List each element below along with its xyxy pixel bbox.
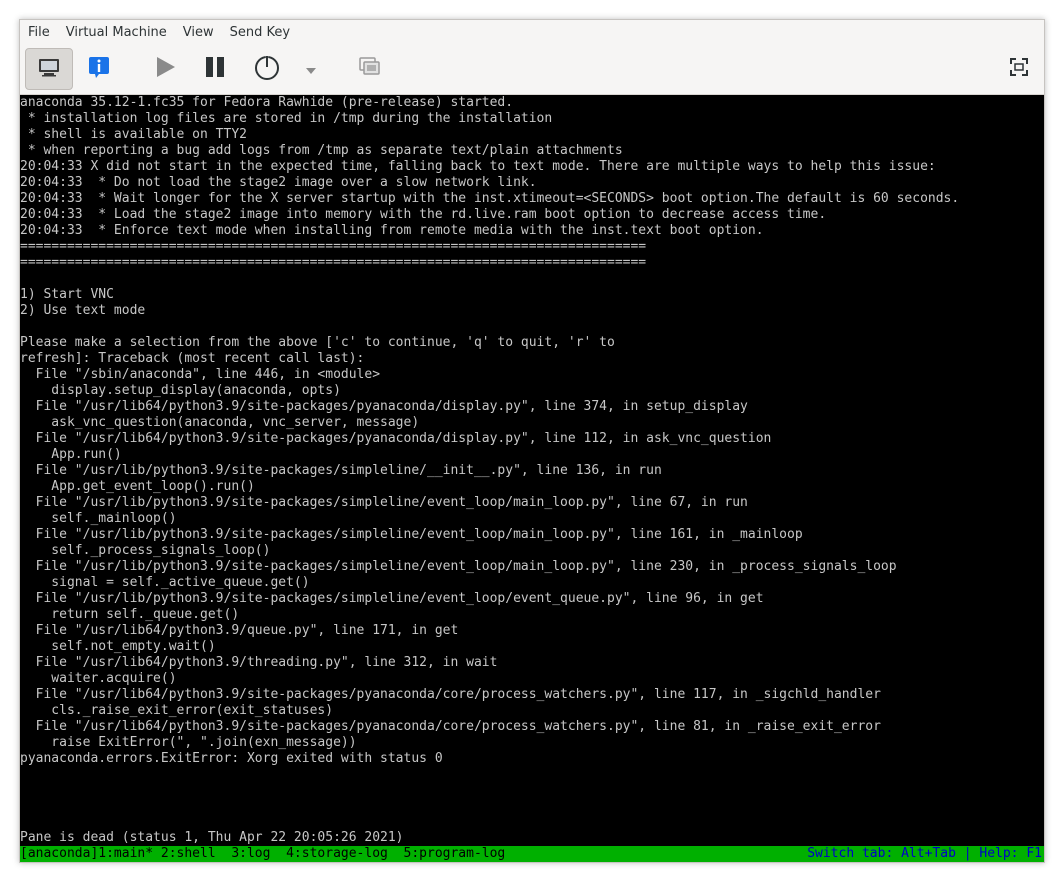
snapshots-icon bbox=[358, 55, 382, 83]
chevron-down-icon bbox=[305, 60, 317, 79]
terminal-line: display.setup_display(anaconda, opts) bbox=[20, 383, 341, 398]
menubar: File Virtual Machine View Send Key bbox=[20, 20, 1044, 45]
toolbar bbox=[20, 45, 1044, 95]
terminal-line: 1) Start VNC bbox=[20, 287, 114, 302]
terminal-line: 20:04:33 * Wait longer for the X server … bbox=[20, 191, 960, 206]
menu-send-key[interactable]: Send Key bbox=[222, 20, 298, 45]
tmux-window-list: [anaconda]1:main* 2:shell 3:log 4:storag… bbox=[20, 846, 506, 861]
terminal-line: self.not_empty.wait() bbox=[20, 639, 216, 654]
terminal-line: File "/usr/lib64/python3.9/site-packages… bbox=[20, 399, 748, 414]
terminal-line: waiter.acquire() bbox=[20, 671, 177, 686]
terminal-line: App.get_event_loop().run() bbox=[20, 479, 255, 494]
pane-status: Pane is dead (status 1, Thu Apr 22 20:05… bbox=[20, 830, 404, 845]
terminal-line: self._mainloop() bbox=[20, 511, 177, 526]
terminal-line: pyanaconda.errors.ExitError: Xorg exited… bbox=[20, 751, 443, 766]
terminal-line: File "/usr/lib/python3.9/site-packages/s… bbox=[20, 495, 748, 510]
terminal-line: 20:04:33 * Enforce text mode when instal… bbox=[20, 223, 764, 238]
terminal-line: File "/usr/lib64/python3.9/site-packages… bbox=[20, 719, 881, 734]
terminal-line: File "/usr/lib64/python3.9/queue.py", li… bbox=[20, 623, 459, 638]
tmux-status-bar: [anaconda]1:main* 2:shell 3:log 4:storag… bbox=[20, 846, 1044, 862]
terminal-line: cls._raise_exit_error(exit_statuses) bbox=[20, 703, 334, 718]
terminal-line: * shell is available on TTY2 bbox=[20, 127, 247, 142]
console-view-button[interactable] bbox=[25, 48, 73, 90]
terminal-line: ========================================… bbox=[20, 255, 647, 270]
terminal-line: File "/sbin/anaconda", line 446, in <mod… bbox=[20, 367, 381, 382]
terminal-output: anaconda 35.12-1.fc35 for Fedora Rawhide… bbox=[20, 95, 959, 767]
terminal-line: ask_vnc_question(anaconda, vnc_server, m… bbox=[20, 415, 420, 430]
fullscreen-icon bbox=[1009, 57, 1029, 81]
menu-virtual-machine[interactable]: Virtual Machine bbox=[58, 20, 175, 45]
fullscreen-button[interactable] bbox=[995, 48, 1043, 90]
terminal-line: File "/usr/lib/python3.9/site-packages/s… bbox=[20, 591, 764, 606]
power-icon bbox=[253, 53, 281, 85]
terminal-line: * when reporting a bug add logs from /tm… bbox=[20, 143, 623, 158]
terminal-line: 20:04:33 * Do not load the stage2 image … bbox=[20, 175, 537, 190]
shutdown-menu-button[interactable] bbox=[297, 48, 325, 90]
menu-view[interactable]: View bbox=[175, 20, 222, 45]
terminal-line: App.run() bbox=[20, 447, 122, 462]
terminal-line: Please make a selection from the above [… bbox=[20, 335, 615, 350]
snapshots-button[interactable] bbox=[346, 48, 394, 90]
terminal-line: return self._queue.get() bbox=[20, 607, 240, 622]
menu-file[interactable]: File bbox=[20, 20, 58, 45]
vm-window: File Virtual Machine View Send Key anaco… bbox=[19, 19, 1045, 863]
monitor-icon bbox=[37, 56, 61, 82]
terminal-line: File "/usr/lib/python3.9/site-packages/s… bbox=[20, 559, 897, 574]
tmux-help-text: Switch tab: Alt+Tab | Help: F1 bbox=[807, 846, 1042, 861]
pause-icon bbox=[203, 55, 227, 83]
terminal-line: File "/usr/lib/python3.9/site-packages/s… bbox=[20, 463, 662, 478]
terminal-line: ========================================… bbox=[20, 239, 647, 254]
terminal-line: File "/usr/lib64/python3.9/threading.py"… bbox=[20, 655, 498, 670]
terminal-line: * installation log files are stored in /… bbox=[20, 111, 553, 126]
play-icon bbox=[153, 55, 177, 83]
pause-button[interactable] bbox=[191, 48, 239, 90]
terminal-line: anaconda 35.12-1.fc35 for Fedora Rawhide… bbox=[20, 95, 514, 110]
terminal-line: File "/usr/lib64/python3.9/site-packages… bbox=[20, 687, 881, 702]
info-icon bbox=[87, 55, 111, 83]
terminal-line: self._process_signals_loop() bbox=[20, 543, 271, 558]
terminal-line: 2) Use text mode bbox=[20, 303, 146, 318]
shutdown-button[interactable] bbox=[243, 48, 291, 90]
terminal-line: 20:04:33 * Load the stage2 image into me… bbox=[20, 207, 827, 222]
terminal-line: 20:04:33 X did not start in the expected… bbox=[20, 159, 936, 174]
terminal-line: File "/usr/lib/python3.9/site-packages/s… bbox=[20, 527, 803, 542]
run-button[interactable] bbox=[141, 48, 189, 90]
vm-console[interactable]: anaconda 35.12-1.fc35 for Fedora Rawhide… bbox=[20, 95, 1044, 862]
terminal-line: signal = self._active_queue.get() bbox=[20, 575, 310, 590]
terminal-line: File "/usr/lib64/python3.9/site-packages… bbox=[20, 431, 772, 446]
details-button[interactable] bbox=[75, 48, 123, 90]
terminal-line: refresh]: Traceback (most recent call la… bbox=[20, 351, 365, 366]
terminal-line: raise ExitError(", ".join(exn_message)) bbox=[20, 735, 357, 750]
